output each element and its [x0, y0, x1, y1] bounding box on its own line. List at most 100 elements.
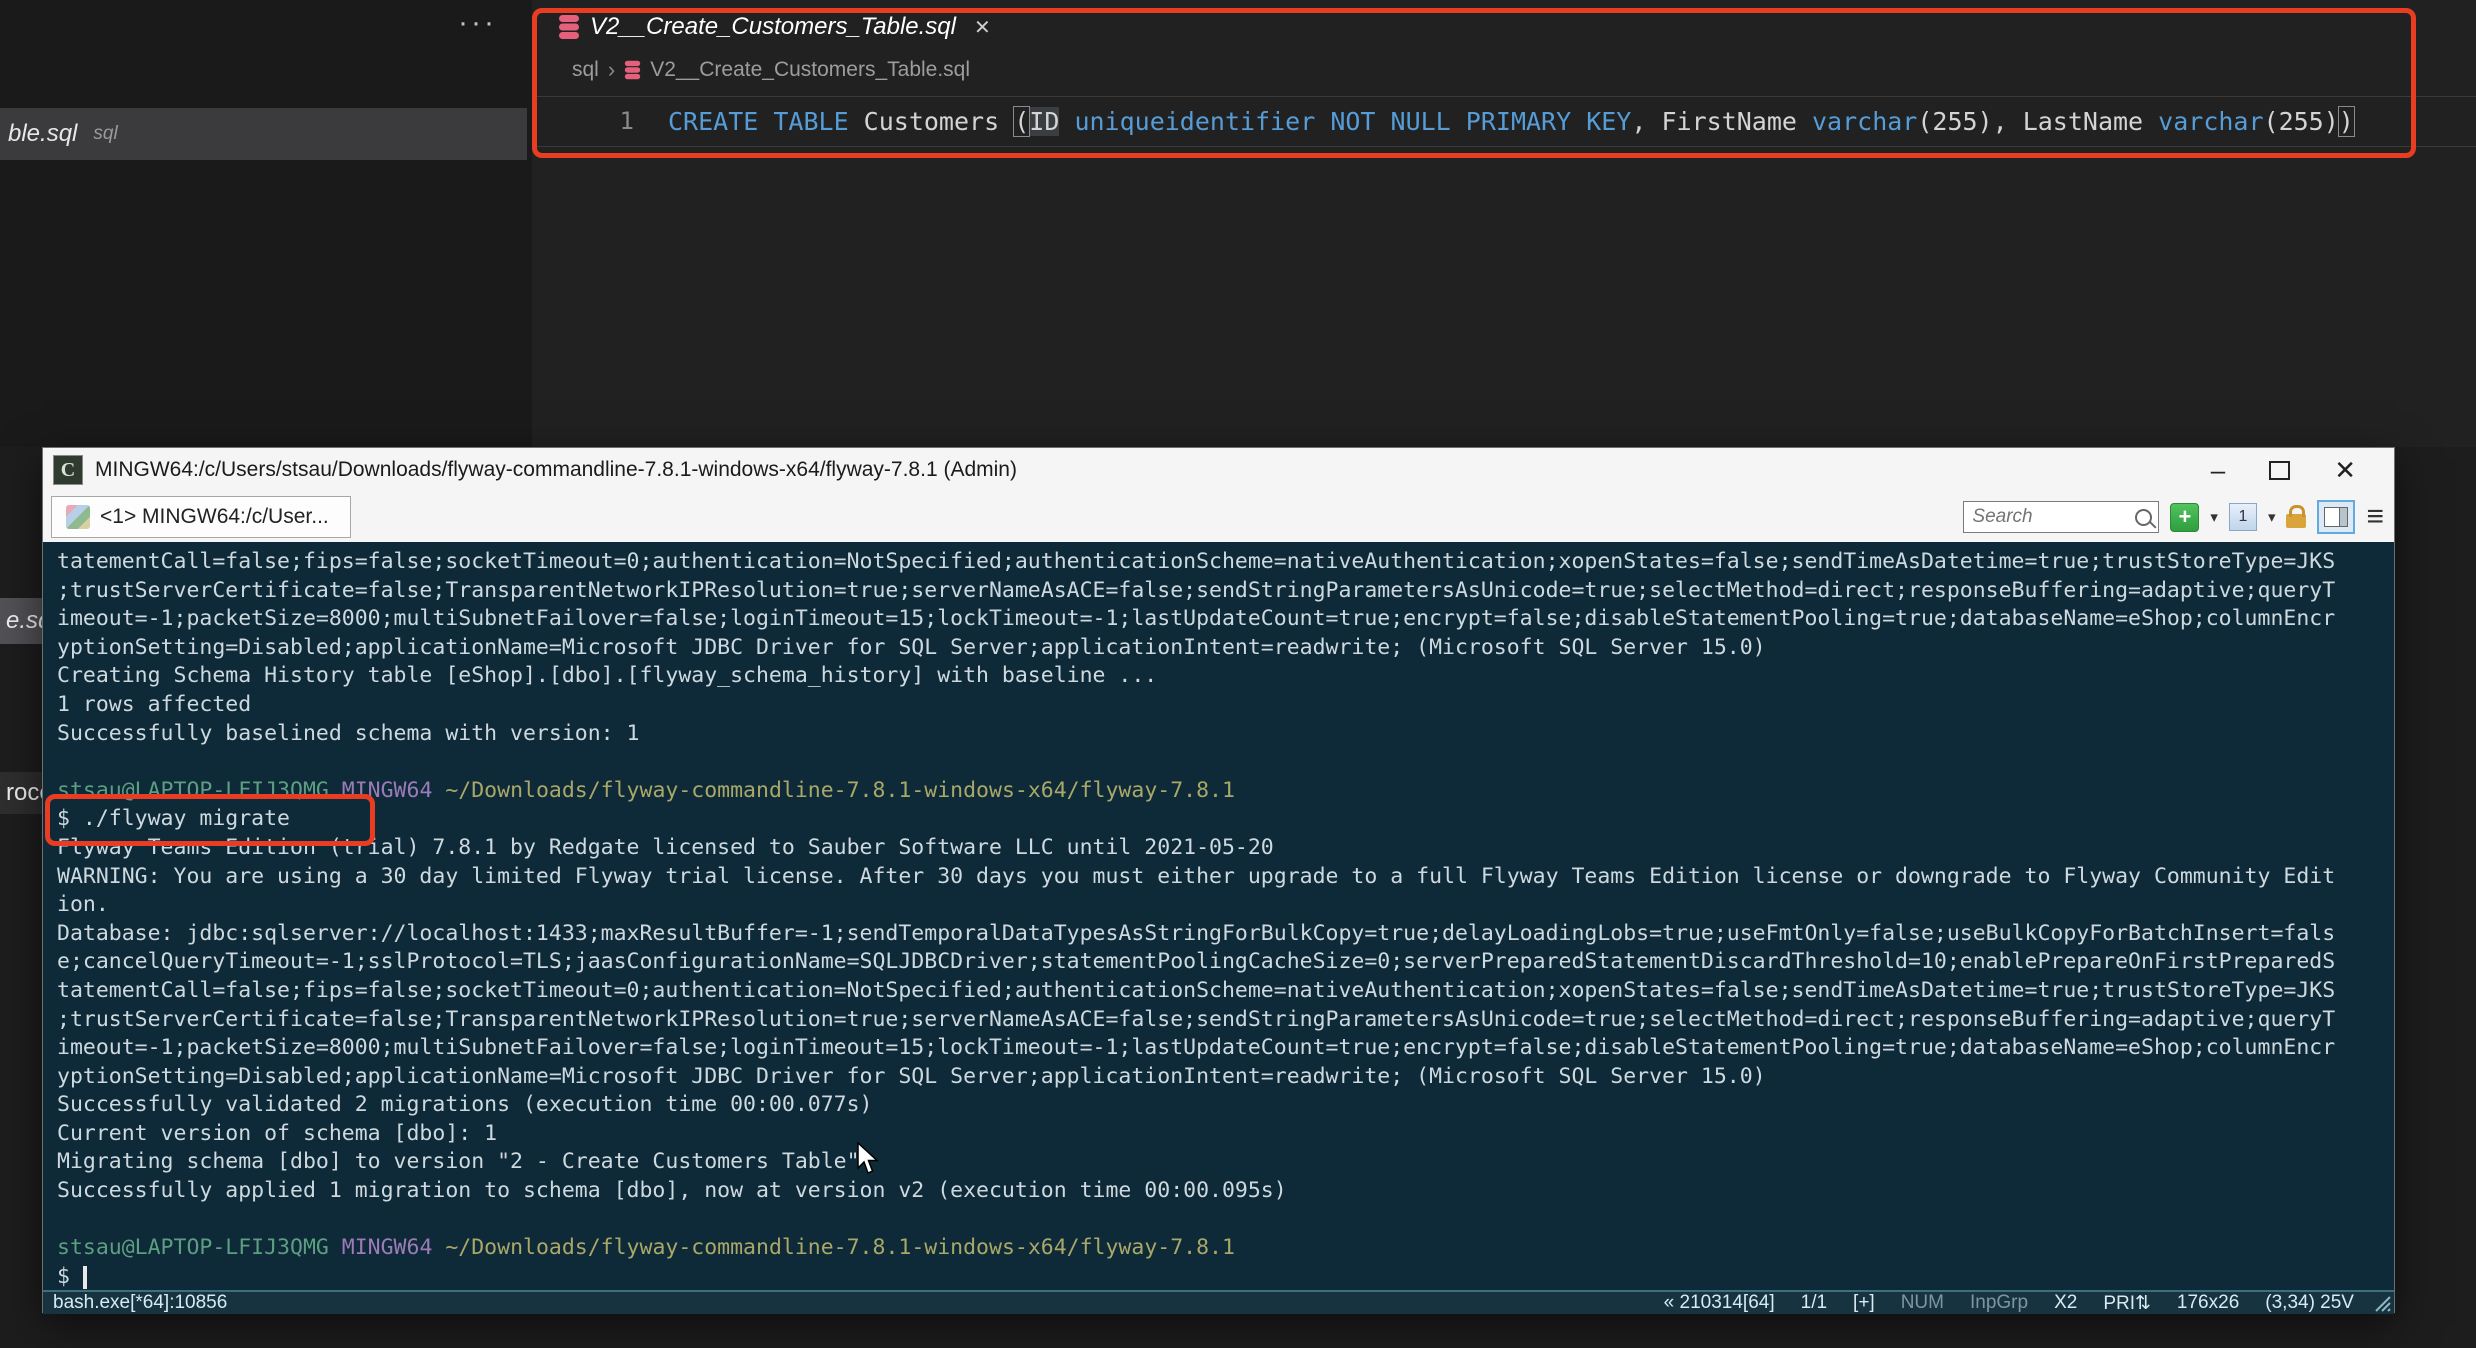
code-line[interactable]: 1 CREATE TABLE Customers (ID uniqueident… [532, 96, 2466, 146]
terminal-text: Flyway Teams Edition (trial) 7.8.1 by Re… [57, 834, 1274, 860]
terminal-line: imeout=-1;packetSize=8000;multiSubnetFai… [57, 605, 2394, 634]
console-tab-active[interactable]: <1> MINGW64:/c/User... [51, 496, 351, 538]
terminal-text: imeout=-1;packetSize=8000;multiSubnetFai… [57, 606, 2336, 632]
terminal-text: imeout=-1;packetSize=8000;multiSubnetFai… [57, 1035, 2336, 1061]
terminal-line: tatementCall=false;fips=false;socketTime… [57, 548, 2394, 577]
status-segment: 176x26 [2176, 1291, 2240, 1313]
status-right-group: « 210314[64] 1/1 [+] NUM InpGrp X2 PRI⇅ 176x26 (… [1664, 1292, 2354, 1315]
git-bash-icon [66, 505, 90, 529]
status-process-label: bash.exe[*64]:10856 [53, 1292, 228, 1313]
terminal-line: ;trustServerCertificate=false;Transparen… [57, 1006, 2394, 1035]
status-segment: PRI⇅ [2103, 1292, 2151, 1314]
terminal-cursor [82, 1265, 87, 1289]
menu-icon[interactable]: ≡ [2366, 502, 2384, 532]
terminal-line: yptionSetting=Disabled;applicationName=M… [57, 634, 2394, 663]
tab-sql-file[interactable]: V2__Create_Customers_Table.sql ✕ [558, 13, 991, 41]
status-segment: NUM [1900, 1291, 1944, 1313]
terminal-text: 1 rows affected [57, 691, 252, 717]
terminal-text: ~/Downloads/flyway-commandline-7.8.1-win… [445, 1235, 1235, 1261]
tab-filename: V2__Create_Customers_Table.sql [590, 13, 956, 40]
terminal-text: Current version of schema [dbo]: 1 [57, 1120, 498, 1146]
minimize-button[interactable]: – [2211, 457, 2225, 483]
terminal-line: e;cancelQueryTimeout=-1;sslProtocol=TLS;… [57, 948, 2394, 977]
breadcrumb-folder[interactable]: sql [572, 58, 599, 82]
console-switch-button[interactable]: 1 [2228, 503, 2257, 531]
terminal-line: 1 rows affected [57, 691, 2394, 720]
terminal-text: Successfully applied 1 migration to sche… [57, 1178, 1287, 1204]
line-number: 1 [619, 107, 634, 135]
screen: ble.sql sql e.sq roce ··· V2__Create_Cus… [0, 0, 2476, 1348]
terminal-toolbar: + ▾ 1 ▾ ≡ [1963, 500, 2384, 534]
terminal-text: MINGW64 [341, 777, 433, 803]
status-segment: [+] [1853, 1291, 1875, 1313]
search-box[interactable] [1963, 501, 2160, 533]
conemu-app-icon: C [53, 455, 83, 485]
split-view-button[interactable] [2317, 500, 2356, 534]
editor-more-actions-icon[interactable]: ··· [458, 6, 497, 40]
code-content[interactable]: CREATE TABLE Customers (ID uniqueidentif… [668, 105, 2355, 137]
terminal-line: $ [57, 1263, 2394, 1292]
chevron-down-icon[interactable]: ▾ [2210, 508, 2218, 526]
code-token: (255), LastName [1917, 106, 2159, 136]
close-tab-icon[interactable]: ✕ [974, 15, 991, 40]
code-token: CREATE TABLE [668, 106, 849, 136]
search-input[interactable] [1970, 505, 2136, 529]
database-icon [559, 15, 579, 39]
terminal-line: tatementCall=false;fips=false;socketTime… [57, 977, 2394, 1006]
background-tab-hint: sql [93, 123, 118, 144]
terminal-title-bar[interactable]: C MINGW64:/c/Users/stsau/Downloads/flywa… [43, 448, 2394, 492]
terminal-line: $ ./flyway migrate [57, 805, 2394, 834]
terminal-text: Creating Schema History table [eShop].[d… [57, 663, 1158, 689]
database-icon [624, 60, 641, 80]
terminal-text: Successfully validated 2 migrations (exe… [57, 1092, 873, 1118]
terminal-line: Database: jdbc:sqlserver://localhost:143… [57, 920, 2394, 949]
terminal-text: $ ./flyway migrate [57, 806, 290, 832]
maximize-button[interactable] [2269, 460, 2291, 480]
code-token: varchar [1811, 106, 1918, 136]
terminal-line: Migrating schema [dbo] to version "2 - C… [57, 1148, 2394, 1177]
code-token: (255) [2263, 106, 2339, 136]
chevron-down-icon[interactable]: ▾ [2268, 508, 2276, 526]
terminal-line: Successfully applied 1 migration to sche… [57, 1177, 2394, 1206]
background-editor-tab[interactable]: ble.sql sql [0, 108, 527, 160]
terminal-text: stsau@LAPTOP-LFIJ3QMG [57, 1235, 329, 1261]
lock-icon[interactable] [2286, 504, 2307, 528]
console-tab-label: <1> MINGW64:/c/User... [100, 505, 329, 528]
terminal-window-title: MINGW64:/c/Users/stsau/Downloads/flyway-… [95, 458, 1017, 481]
terminal-text: WARNING: You are using a 30 day limited … [57, 863, 2336, 889]
terminal-line: ;trustServerCertificate=false;Transparen… [57, 577, 2394, 606]
search-icon[interactable] [2135, 508, 2153, 526]
close-button[interactable]: ✕ [2334, 457, 2356, 483]
terminal-text: ;trustServerCertificate=false;Transparen… [57, 1006, 2336, 1032]
breadcrumb-file[interactable]: V2__Create_Customers_Table.sql [650, 58, 970, 82]
breadcrumb[interactable]: sql › V2__Create_Customers_Table.sql [572, 56, 970, 84]
resize-grip-icon[interactable] [2370, 1291, 2392, 1313]
terminal-text: stsau@LAPTOP-LFIJ3QMG [57, 777, 329, 803]
code-token: varchar [2158, 106, 2264, 136]
terminal-window: C MINGW64:/c/Users/stsau/Downloads/flywa… [42, 447, 2395, 1314]
terminal-line: stsau@LAPTOP-LFIJ3QMG MINGW64 ~/Download… [57, 777, 2394, 806]
status-segment: 1/1 [1800, 1291, 1828, 1313]
chevron-right-icon: › [607, 57, 616, 82]
mouse-cursor [857, 1142, 879, 1175]
split-view-icon [2324, 507, 2349, 527]
code-token: NOT NULL PRIMARY KEY [1330, 106, 1632, 136]
terminal-text: Migrating schema [dbo] to version "2 - C… [57, 1149, 860, 1175]
editor-region: V2__Create_Customers_Table.sql ✕ sql › V… [532, 0, 2476, 447]
terminal-text: ;trustServerCertificate=false;Transparen… [57, 577, 2336, 603]
background-window-strip [0, 0, 532, 447]
code-token: ID [1029, 106, 1060, 136]
console-tab-bar: <1> MINGW64:/c/User... + ▾ 1 ▾ ≡ [43, 492, 2394, 542]
terminal-status-bar: bash.exe[*64]:10856 « 210314[64] 1/1 [+] NU… [43, 1290, 2394, 1314]
terminal-text: yptionSetting=Disabled;applicationName=M… [57, 1063, 1766, 1089]
terminal-line: Successfully validated 2 migrations (exe… [57, 1091, 2394, 1120]
new-console-button[interactable]: + [2170, 502, 2200, 532]
terminal-output[interactable]: tatementCall=false;fips=false;socketTime… [43, 542, 2394, 1292]
